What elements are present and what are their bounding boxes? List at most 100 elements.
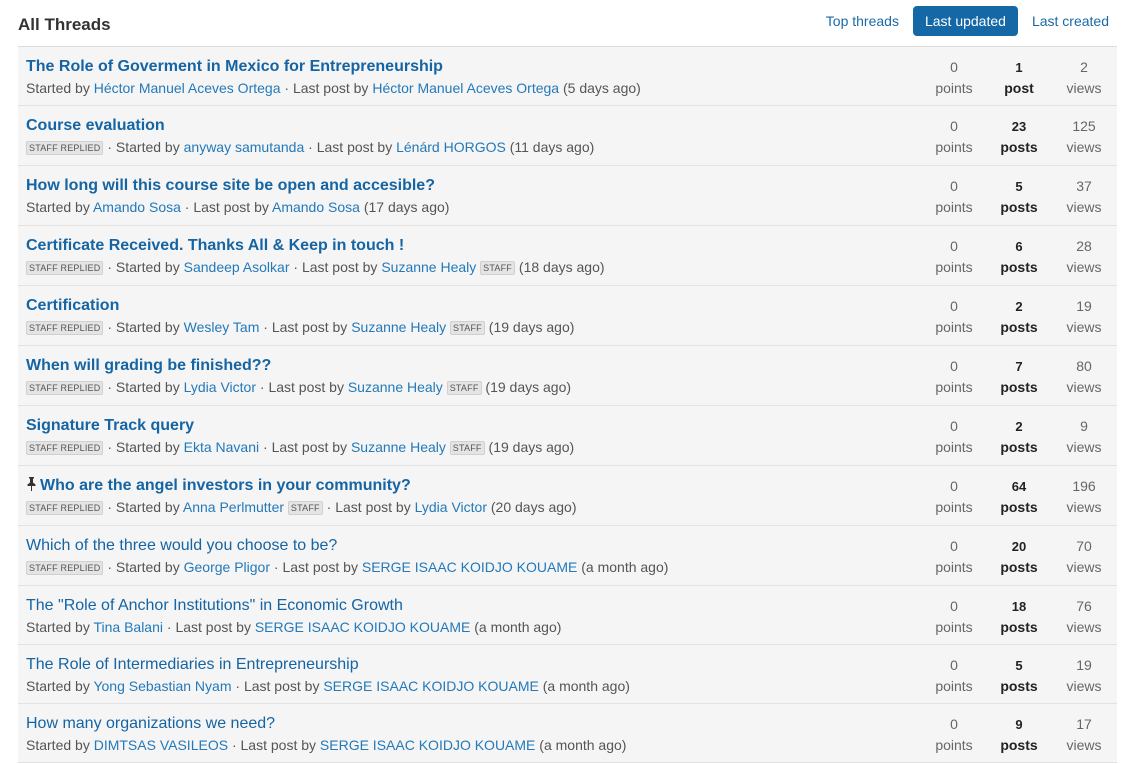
thread-meta: STAFF REPLIED · Started by anyway samuta… (26, 137, 907, 157)
views-label: views (1066, 199, 1102, 215)
thread-title-link[interactable]: When will grading be finished?? (26, 356, 271, 376)
posts-stat: 2 posts (987, 406, 1051, 465)
thread-title-link[interactable]: Which of the three would you choose to b… (26, 536, 337, 556)
points-count: 0 (950, 178, 958, 194)
posts-label: posts (1000, 379, 1038, 395)
views-stat: 2 views (1051, 47, 1117, 105)
views-count: 70 (1076, 538, 1092, 554)
starter-link[interactable]: Amando Sosa (93, 199, 181, 215)
posts-count: 23 (1011, 119, 1027, 134)
thread-title-link[interactable]: Course evaluation (26, 116, 165, 136)
thread-title-link[interactable]: How long will this course site be open a… (26, 176, 435, 196)
thread-summary: When will grading be finished?? STAFF REP… (26, 356, 907, 397)
started-by-label: Started by (26, 737, 90, 753)
thread-title-link[interactable]: The Role of Intermediaries in Entreprene… (26, 655, 359, 675)
starter-link[interactable]: DIMTSAS VASILEOS (94, 737, 228, 753)
thread-row: When will grading be finished?? STAFF REP… (18, 346, 1117, 406)
thread-title-line: Which of the three would you choose to b… (26, 536, 907, 556)
last-post-by-label: Last post by (193, 199, 269, 215)
last-poster-link[interactable]: Suzanne Healy (351, 319, 446, 335)
thread-summary: Who are the angel investors in your comm… (26, 476, 907, 517)
posts-label: posts (1000, 319, 1038, 335)
last-poster-link[interactable]: Suzanne Healy (381, 259, 476, 275)
views-count: 76 (1076, 598, 1092, 614)
last-poster-link[interactable]: SERGE ISAAC KOIDJO KOUAME (362, 559, 578, 575)
staff-badge: STAFF (287, 501, 323, 515)
thread-title-link[interactable]: Who are the angel investors in your comm… (40, 476, 411, 496)
starter-link[interactable]: Sandeep Asolkar (184, 259, 290, 275)
sort-last-updated-button[interactable]: Last updated (912, 6, 1018, 36)
points-count: 0 (950, 118, 958, 134)
starter-link[interactable]: Yong Sebastian Nyam (93, 678, 231, 694)
views-stat: 28 views (1051, 226, 1117, 285)
thread-title-line: Course evaluation (26, 116, 907, 136)
posts-stat: 20 posts (987, 526, 1051, 585)
views-label: views (1066, 139, 1102, 155)
thread-title-link[interactable]: Certificate Received. Thanks All & Keep … (26, 236, 404, 256)
views-count: 196 (1072, 478, 1096, 494)
starter-link[interactable]: Wesley Tam (184, 319, 260, 335)
posts-count: 5 (1015, 658, 1023, 673)
starter-link[interactable]: George Pligor (184, 559, 270, 575)
last-post-time: (19 days ago) (485, 379, 572, 395)
threads-header: All Threads Top threads Last updated Las… (18, 0, 1117, 46)
last-post-by-label: Last post by (243, 678, 320, 694)
last-post-time: (17 days ago) (363, 199, 450, 215)
last-poster-link[interactable]: SERGE ISAAC KOIDJO KOUAME (323, 678, 539, 694)
last-post-by-label: Last post by (175, 619, 251, 635)
staff-badge: STAFF (450, 321, 485, 335)
starter-link[interactable]: Héctor Manuel Aceves Ortega (94, 80, 281, 96)
views-label: views (1066, 737, 1102, 753)
posts-stat: 5 posts (987, 166, 1051, 225)
points-count: 0 (950, 298, 958, 314)
thread-title-link[interactable]: Signature Track query (26, 416, 194, 436)
thread-row: The Role of Goverment in Mexico for Entr… (18, 47, 1117, 106)
threads-page: All Threads Top threads Last updated Las… (0, 0, 1135, 764)
starter-link[interactable]: Ekta Navani (184, 439, 259, 455)
last-poster-link[interactable]: Amando Sosa (272, 199, 360, 215)
points-count: 0 (950, 478, 958, 494)
points-label: points (935, 499, 973, 515)
points-label: points (935, 439, 973, 455)
views-label: views (1066, 439, 1102, 455)
views-count: 2 (1080, 59, 1088, 75)
starter-link[interactable]: Tina Balani (93, 619, 163, 635)
posts-label: post (1004, 80, 1034, 96)
staff-replied-badge: STAFF REPLIED (26, 501, 104, 515)
last-poster-link[interactable]: Suzanne Healy (351, 439, 446, 455)
thread-meta: STAFF REPLIED · Started by Wesley Tam · … (26, 317, 907, 337)
last-poster-link[interactable]: Lydia Victor (415, 499, 487, 515)
last-poster-link[interactable]: Héctor Manuel Aceves Ortega (372, 80, 559, 96)
last-poster-link[interactable]: SERGE ISAAC KOIDJO KOUAME (320, 737, 536, 753)
posts-stat: 1 post (987, 47, 1051, 105)
starter-link[interactable]: anyway samutanda (184, 139, 305, 155)
last-poster-link[interactable]: Lénárd HORGOS (396, 139, 506, 155)
starter-link[interactable]: Anna Perlmutter (183, 499, 284, 515)
thread-summary: Certification STAFF REPLIED · Started by … (26, 296, 907, 337)
posts-count: 5 (1015, 179, 1023, 194)
last-post-time: (11 days ago) (509, 139, 595, 155)
thread-title-link[interactable]: How many organizations we need? (26, 714, 275, 734)
last-poster-link[interactable]: Suzanne Healy (348, 379, 443, 395)
thread-list: The Role of Goverment in Mexico for Entr… (18, 46, 1117, 763)
thread-row: Which of the three would you choose to b… (18, 526, 1117, 586)
thread-summary: Course evaluation STAFF REPLIED · Started… (26, 116, 907, 157)
posts-label: posts (1000, 619, 1038, 635)
views-count: 17 (1076, 716, 1092, 732)
thread-summary: Signature Track query STAFF REPLIED · Sta… (26, 416, 907, 457)
views-label: views (1066, 678, 1102, 694)
starter-link[interactable]: Lydia Victor (184, 379, 256, 395)
thread-meta: Started by DIMTSAS VASILEOS · Last post … (26, 737, 627, 753)
thread-title-link[interactable]: Certification (26, 296, 119, 316)
thread-title-link[interactable]: The Role of Goverment in Mexico for Entr… (26, 57, 443, 77)
views-count: 19 (1076, 298, 1092, 314)
points-stat: 0 points (921, 466, 987, 525)
last-post-by-label: Last post by (335, 499, 411, 515)
views-stat: 196 views (1051, 466, 1117, 525)
started-by-label: Started by (115, 439, 180, 455)
sort-last-created-button[interactable]: Last created (1024, 6, 1117, 36)
last-poster-link[interactable]: SERGE ISAAC KOIDJO KOUAME (255, 619, 471, 635)
sort-top-threads-button[interactable]: Top threads (818, 6, 907, 36)
thread-meta: Started by Tina Balani · Last post by SE… (26, 619, 562, 635)
thread-title-link[interactable]: The "Role of Anchor Institutions" in Eco… (26, 596, 403, 616)
